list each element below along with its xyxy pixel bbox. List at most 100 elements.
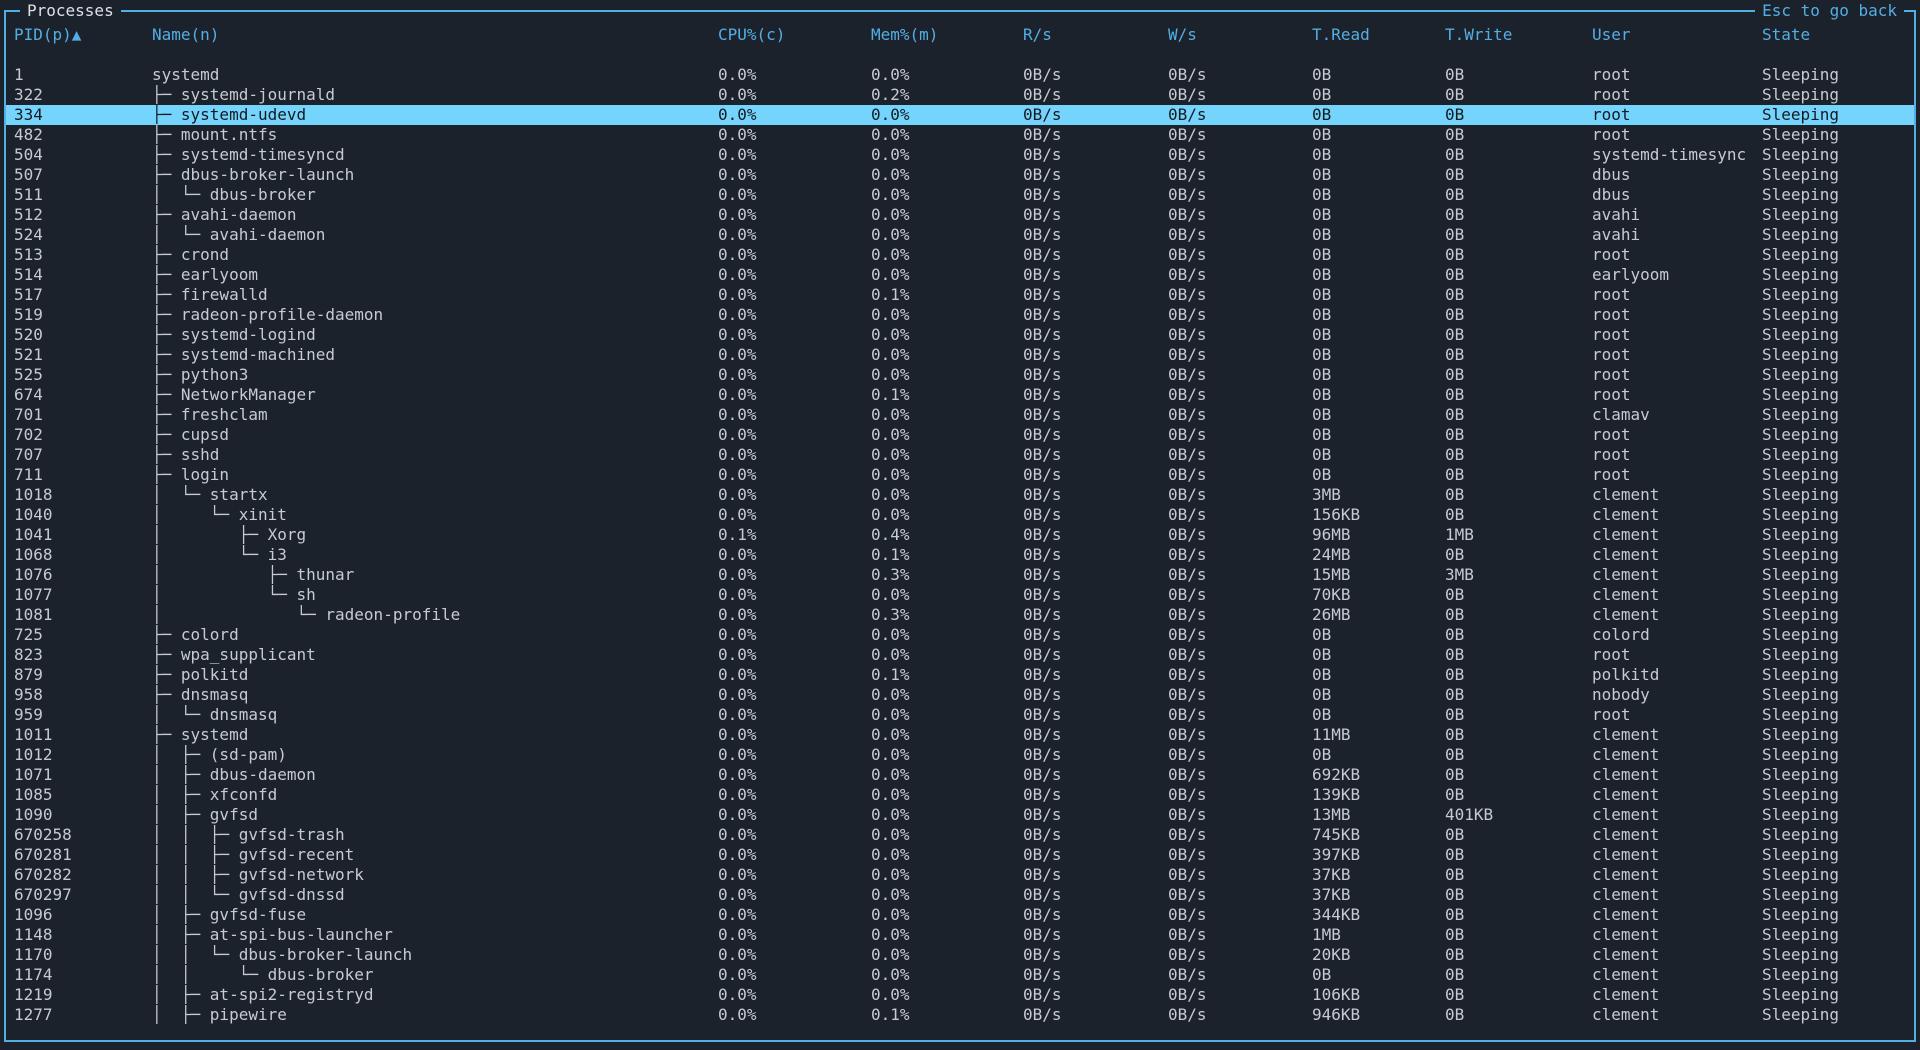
process-row-selected[interactable]: 334├─ systemd-udevd0.0%0.0%0B/s0B/s0B0Br…: [6, 105, 1914, 125]
cell-user: clement: [1592, 565, 1762, 585]
cell-twrite: 0B: [1445, 885, 1592, 905]
cell-cpu: 0.0%: [718, 865, 871, 885]
process-row[interactable]: 482├─ mount.ntfs0.0%0.0%0B/s0B/s0B0Broot…: [6, 125, 1914, 145]
cell-tread: 0B: [1312, 965, 1445, 985]
cell-mem: 0.0%: [871, 585, 1023, 605]
cell-state: Sleeping: [1762, 745, 1914, 765]
process-row[interactable]: 521├─ systemd-machined0.0%0.0%0B/s0B/s0B…: [6, 345, 1914, 365]
column-header-twrite[interactable]: T.Write: [1445, 25, 1592, 45]
column-header-wps[interactable]: W/s: [1168, 25, 1312, 45]
cell-pid: 1174: [14, 965, 152, 985]
process-row[interactable]: 1040│ └─ xinit0.0%0.0%0B/s0B/s156KB0Bcle…: [6, 505, 1914, 525]
cell-twrite: 0B: [1445, 465, 1592, 485]
cell-twrite: 0B: [1445, 585, 1592, 605]
process-row[interactable]: 702├─ cupsd0.0%0.0%0B/s0B/s0B0BrootSleep…: [6, 425, 1914, 445]
cell-name: ├─ systemd-udevd: [152, 105, 718, 125]
process-row[interactable]: 670282│ │ ├─ gvfsd-network0.0%0.0%0B/s0B…: [6, 865, 1914, 885]
cell-mem: 0.0%: [871, 685, 1023, 705]
process-row[interactable]: 514├─ earlyoom0.0%0.0%0B/s0B/s0B0Bearlyo…: [6, 265, 1914, 285]
process-row[interactable]: 1096│ ├─ gvfsd-fuse0.0%0.0%0B/s0B/s344KB…: [6, 905, 1914, 925]
cell-name: ├─ colord: [152, 625, 718, 645]
cell-cpu: 0.0%: [718, 905, 871, 925]
process-row[interactable]: 670258│ │ ├─ gvfsd-trash0.0%0.0%0B/s0B/s…: [6, 825, 1914, 845]
process-row[interactable]: 1068│ └─ i30.0%0.1%0B/s0B/s24MB0Bclement…: [6, 545, 1914, 565]
cell-state: Sleeping: [1762, 325, 1914, 345]
process-row[interactable]: 1077│ └─ sh0.0%0.0%0B/s0B/s70KB0Bclement…: [6, 585, 1914, 605]
process-row[interactable]: 1012│ ├─ (sd-pam)0.0%0.0%0B/s0B/s0B0Bcle…: [6, 745, 1914, 765]
column-header-tread[interactable]: T.Read: [1312, 25, 1445, 45]
cell-pid: 670297: [14, 885, 152, 905]
process-row[interactable]: 525├─ python30.0%0.0%0B/s0B/s0B0BrootSle…: [6, 365, 1914, 385]
cell-mem: 0.0%: [871, 105, 1023, 125]
cell-twrite: 0B: [1445, 765, 1592, 785]
process-row[interactable]: 504├─ systemd-timesyncd0.0%0.0%0B/s0B/s0…: [6, 145, 1914, 165]
process-row[interactable]: 1systemd0.0%0.0%0B/s0B/s0B0BrootSleeping: [6, 65, 1914, 85]
column-header-name[interactable]: Name(n): [152, 25, 718, 45]
process-row[interactable]: 711├─ login0.0%0.0%0B/s0B/s0B0BrootSleep…: [6, 465, 1914, 485]
cell-mem: 0.0%: [871, 745, 1023, 765]
cell-rps: 0B/s: [1023, 645, 1168, 665]
process-row[interactable]: 670281│ │ ├─ gvfsd-recent0.0%0.0%0B/s0B/…: [6, 845, 1914, 865]
cell-state: Sleeping: [1762, 485, 1914, 505]
cell-wps: 0B/s: [1168, 885, 1312, 905]
process-row[interactable]: 1174│ │ └─ dbus-broker0.0%0.0%0B/s0B/s0B…: [6, 965, 1914, 985]
cell-wps: 0B/s: [1168, 65, 1312, 85]
process-row[interactable]: 1170│ │ └─ dbus-broker-launch0.0%0.0%0B/…: [6, 945, 1914, 965]
process-row[interactable]: 725├─ colord0.0%0.0%0B/s0B/s0B0BcolordSl…: [6, 625, 1914, 645]
cell-tread: 946KB: [1312, 1005, 1445, 1025]
cell-cpu: 0.0%: [718, 325, 871, 345]
process-row[interactable]: 1011├─ systemd0.0%0.0%0B/s0B/s11MB0Bclem…: [6, 725, 1914, 745]
process-row[interactable]: 1219│ ├─ at-spi2-registryd0.0%0.0%0B/s0B…: [6, 985, 1914, 1005]
process-row[interactable]: 524│ └─ avahi-daemon0.0%0.0%0B/s0B/s0B0B…: [6, 225, 1914, 245]
process-row[interactable]: 511│ └─ dbus-broker0.0%0.0%0B/s0B/s0B0Bd…: [6, 185, 1914, 205]
process-row[interactable]: 520├─ systemd-logind0.0%0.0%0B/s0B/s0B0B…: [6, 325, 1914, 345]
cell-pid: 702: [14, 425, 152, 445]
column-header-rps[interactable]: R/s: [1023, 25, 1168, 45]
process-row[interactable]: 507├─ dbus-broker-launch0.0%0.0%0B/s0B/s…: [6, 165, 1914, 185]
process-row[interactable]: 701├─ freshclam0.0%0.0%0B/s0B/s0B0Bclama…: [6, 405, 1914, 425]
process-row[interactable]: 517├─ firewalld0.0%0.1%0B/s0B/s0B0BrootS…: [6, 285, 1914, 305]
cell-name: │ ├─ Xorg: [152, 525, 718, 545]
cell-cpu: 0.0%: [718, 65, 871, 85]
process-row[interactable]: 879├─ polkitd0.0%0.1%0B/s0B/s0B0Bpolkitd…: [6, 665, 1914, 685]
cell-cpu: 0.0%: [718, 665, 871, 685]
cell-twrite: 0B: [1445, 425, 1592, 445]
cell-cpu: 0.0%: [718, 465, 871, 485]
column-header-pid[interactable]: PID(p)▲: [14, 25, 152, 45]
process-row[interactable]: 1076│ ├─ thunar0.0%0.3%0B/s0B/s15MB3MBcl…: [6, 565, 1914, 585]
cell-name: ├─ systemd-machined: [152, 345, 718, 365]
cell-twrite: 0B: [1445, 665, 1592, 685]
column-header-state[interactable]: State: [1762, 25, 1914, 45]
process-row[interactable]: 1041│ ├─ Xorg0.1%0.4%0B/s0B/s96MB1MBclem…: [6, 525, 1914, 545]
process-row[interactable]: 1071│ ├─ dbus-daemon0.0%0.0%0B/s0B/s692K…: [6, 765, 1914, 785]
process-row[interactable]: 959│ └─ dnsmasq0.0%0.0%0B/s0B/s0B0BrootS…: [6, 705, 1914, 725]
process-row[interactable]: 513├─ crond0.0%0.0%0B/s0B/s0B0BrootSleep…: [6, 245, 1914, 265]
process-row[interactable]: 823├─ wpa_supplicant0.0%0.0%0B/s0B/s0B0B…: [6, 645, 1914, 665]
column-header-cpu[interactable]: CPU%(c): [718, 25, 871, 45]
process-row[interactable]: 1148│ ├─ at-spi-bus-launcher0.0%0.0%0B/s…: [6, 925, 1914, 945]
process-row[interactable]: 1277│ ├─ pipewire0.0%0.1%0B/s0B/s946KB0B…: [6, 1005, 1914, 1025]
cell-pid: 707: [14, 445, 152, 465]
process-row[interactable]: 670297│ │ └─ gvfsd-dnssd0.0%0.0%0B/s0B/s…: [6, 885, 1914, 905]
process-row[interactable]: 512├─ avahi-daemon0.0%0.0%0B/s0B/s0B0Bav…: [6, 205, 1914, 225]
cell-tread: 0B: [1312, 225, 1445, 245]
cell-tread: 0B: [1312, 645, 1445, 665]
cell-wps: 0B/s: [1168, 765, 1312, 785]
process-row[interactable]: 707├─ sshd0.0%0.0%0B/s0B/s0B0BrootSleepi…: [6, 445, 1914, 465]
column-header-mem[interactable]: Mem%(m): [871, 25, 1023, 45]
cell-mem: 0.0%: [871, 985, 1023, 1005]
process-row[interactable]: 958├─ dnsmasq0.0%0.0%0B/s0B/s0B0BnobodyS…: [6, 685, 1914, 705]
cell-name: │ ├─ thunar: [152, 565, 718, 585]
cell-twrite: 0B: [1445, 645, 1592, 665]
process-row[interactable]: 1018│ └─ startx0.0%0.0%0B/s0B/s3MB0Bclem…: [6, 485, 1914, 505]
process-row[interactable]: 1085│ ├─ xfconfd0.0%0.0%0B/s0B/s139KB0Bc…: [6, 785, 1914, 805]
process-row[interactable]: 519├─ radeon-profile-daemon0.0%0.0%0B/s0…: [6, 305, 1914, 325]
cell-pid: 525: [14, 365, 152, 385]
cell-name: ├─ dnsmasq: [152, 685, 718, 705]
process-row[interactable]: 1081│ └─ radeon-profile0.0%0.3%0B/s0B/s2…: [6, 605, 1914, 625]
cell-pid: 513: [14, 245, 152, 265]
column-header-user[interactable]: User: [1592, 25, 1762, 45]
process-row[interactable]: 1090│ ├─ gvfsd0.0%0.0%0B/s0B/s13MB401KBc…: [6, 805, 1914, 825]
process-row[interactable]: 322├─ systemd-journald0.0%0.2%0B/s0B/s0B…: [6, 85, 1914, 105]
process-row[interactable]: 674├─ NetworkManager0.0%0.1%0B/s0B/s0B0B…: [6, 385, 1914, 405]
